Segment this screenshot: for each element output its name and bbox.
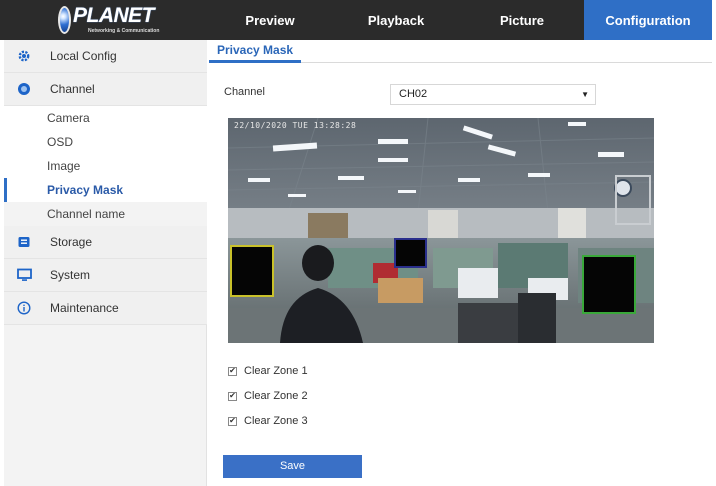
clear-zone-2-row: ✔ Clear Zone 2 (228, 390, 308, 402)
sidebar-item-label: Maintenance (50, 301, 119, 315)
sidebar-item-label: Storage (50, 235, 93, 249)
channel-label: Channel (224, 86, 265, 98)
clear-zone-2-label: Clear Zone 2 (244, 390, 308, 402)
sidebar: Local Config Channel Camera OSD Image Pr… (4, 40, 207, 486)
clear-zone-2-checkbox[interactable]: ✔ (228, 391, 237, 401)
logo-subtext: Networking & Communication (88, 28, 160, 34)
sidebar-sub-channel-name[interactable]: Channel name (4, 202, 207, 226)
save-button[interactable]: Save (223, 455, 362, 478)
clear-zone-3-checkbox[interactable]: ✔ (228, 416, 237, 426)
planet-logo: PLANET Networking & Communication (58, 4, 159, 35)
sidebar-sub-privacy-mask[interactable]: Privacy Mask (4, 178, 207, 202)
tab-preview[interactable]: Preview (208, 0, 332, 40)
info-icon (16, 300, 32, 316)
sidebar-sub-osd[interactable]: OSD (4, 130, 207, 154)
tab-picture[interactable]: Picture (460, 0, 584, 40)
osd-timestamp: 22/10/2020 TUE 13:28:28 (234, 121, 357, 130)
page: PLANET Networking & Communication Previe… (0, 0, 716, 486)
sidebar-item-channel[interactable]: Channel (4, 73, 207, 106)
privacy-mask-zone-3[interactable] (582, 255, 636, 314)
sidebar-item-maintenance[interactable]: Maintenance (4, 292, 207, 325)
channel-select-value: CH02 (399, 88, 428, 100)
page-title: Privacy Mask (217, 43, 294, 57)
sidebar-sub-camera[interactable]: Camera (4, 106, 207, 130)
sidebar-item-system[interactable]: System (4, 259, 207, 292)
channel-select[interactable]: CH02 ▼ (390, 84, 596, 105)
sidebar-item-label: System (50, 268, 91, 282)
logo-text: PLANET (73, 4, 155, 27)
camera-preview[interactable]: 22/10/2020 TUE 13:28:28 (228, 118, 654, 343)
clear-zone-3-row: ✔ Clear Zone 3 (228, 415, 308, 427)
top-nav-bar: PLANET Networking & Communication Previe… (0, 0, 712, 40)
tab-configuration[interactable]: Configuration (584, 0, 712, 40)
channel-icon (16, 81, 32, 97)
sidebar-sub-image[interactable]: Image (4, 154, 207, 178)
local-config-icon (16, 48, 32, 64)
storage-icon (16, 234, 32, 250)
tab-playback[interactable]: Playback (332, 0, 460, 40)
clear-zone-1-row: ✔ Clear Zone 1 (228, 365, 308, 377)
sidebar-item-local-config[interactable]: Local Config (4, 40, 207, 73)
privacy-mask-zone-1[interactable] (230, 245, 274, 297)
clear-zone-1-label: Clear Zone 1 (244, 365, 308, 377)
monitor-icon (16, 267, 32, 283)
clear-zone-1-checkbox[interactable]: ✔ (228, 366, 237, 376)
chevron-down-icon: ▼ (581, 90, 589, 99)
sidebar-item-label: Local Config (50, 49, 117, 63)
globe-icon (58, 6, 71, 34)
clear-zone-3-label: Clear Zone 3 (244, 415, 308, 427)
sidebar-item-storage[interactable]: Storage (4, 226, 207, 259)
privacy-mask-zone-2[interactable] (394, 238, 427, 268)
sidebar-item-label: Channel (50, 82, 95, 96)
title-underline (209, 60, 301, 63)
